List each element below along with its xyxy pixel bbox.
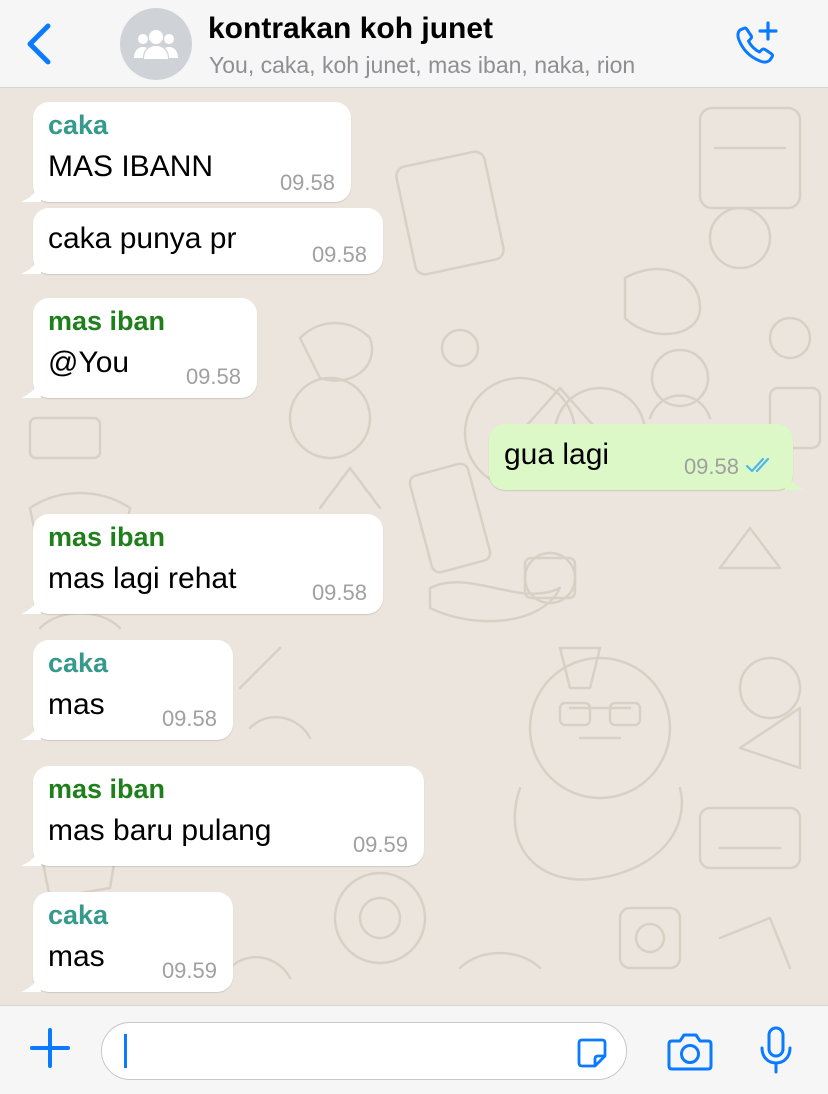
message-text: caka punya pr <box>48 222 237 255</box>
sender-name[interactable]: caka <box>48 110 108 141</box>
message-input[interactable] <box>101 1022 627 1080</box>
message-time: 09.58 <box>161 706 217 731</box>
group-icon <box>134 30 178 59</box>
bubble-tail <box>21 382 41 398</box>
message-time: 09.58 <box>683 454 739 479</box>
attach-button[interactable] <box>28 1026 72 1070</box>
message-bubble-incoming[interactable]: caka mas 09.59 <box>21 892 233 992</box>
sender-name[interactable]: mas iban <box>48 522 165 553</box>
text-cursor <box>124 1034 127 1068</box>
bubble-tail <box>785 474 805 490</box>
message-time: 09.58 <box>311 242 367 267</box>
read-ticks-icon <box>745 457 770 473</box>
bubble-tail <box>21 598 41 614</box>
message-text: @You <box>48 346 130 379</box>
participants-list[interactable]: You, caka, koh junet, mas iban, naka, ri… <box>209 52 635 79</box>
sender-name[interactable]: mas iban <box>48 306 165 337</box>
message-time: 09.59 <box>352 832 408 857</box>
sender-name[interactable]: mas iban <box>48 774 165 805</box>
bubble-tail <box>21 976 41 992</box>
message-text: mas <box>48 688 105 721</box>
message-time: 09.59 <box>161 958 217 983</box>
add-call-icon <box>736 21 778 64</box>
sender-name[interactable]: caka <box>48 648 108 679</box>
message-text: gua lagi <box>504 438 610 471</box>
message-time: 09.58 <box>279 170 335 195</box>
chat-header: kontrakan koh junet You, caka, koh junet… <box>0 0 828 88</box>
voice-record-button[interactable] <box>758 1026 794 1076</box>
message-bubble-incoming[interactable]: caka punya pr 09.58 <box>21 208 383 274</box>
camera-icon <box>667 1033 713 1071</box>
bubble-tail <box>21 186 41 202</box>
chat-area[interactable]: caka MAS IBANN 09.58 caka punya pr 09.58… <box>0 88 828 1005</box>
bubble-tail <box>21 258 41 274</box>
plus-icon <box>30 1028 70 1068</box>
camera-button[interactable] <box>666 1032 714 1072</box>
add-call-button[interactable] <box>732 20 782 68</box>
chevron-left-icon <box>27 23 51 65</box>
message-time: 09.58 <box>185 364 241 389</box>
message-bubble-incoming[interactable]: mas iban mas lagi rehat 09.58 <box>21 514 383 614</box>
group-avatar[interactable] <box>120 8 192 80</box>
message-bubble-incoming[interactable]: mas iban mas baru pulang 09.59 <box>21 766 424 866</box>
sticker-button[interactable] <box>576 1037 608 1069</box>
message-bubble-incoming[interactable]: caka MAS IBANN 09.58 <box>21 102 351 202</box>
message-text: MAS IBANN <box>48 150 214 183</box>
message-time: 09.58 <box>311 580 367 605</box>
message-composer <box>0 1005 828 1094</box>
message-bubble-incoming[interactable]: caka mas 09.58 <box>21 640 233 740</box>
sticker-icon <box>577 1038 607 1068</box>
message-text: mas lagi rehat <box>48 562 237 595</box>
message-bubble-outgoing[interactable]: gua lagi 09.58 <box>489 424 805 490</box>
message-text: mas baru pulang <box>48 814 272 847</box>
microphone-icon <box>760 1026 792 1074</box>
message-text: mas <box>48 940 105 973</box>
bubble-tail <box>21 850 41 866</box>
sender-name[interactable]: caka <box>48 900 108 931</box>
chat-title[interactable]: kontrakan koh junet <box>208 12 493 46</box>
back-button[interactable] <box>22 22 56 66</box>
bubble-tail <box>21 724 41 740</box>
message-bubble-incoming[interactable]: mas iban @You 09.58 <box>21 298 257 398</box>
